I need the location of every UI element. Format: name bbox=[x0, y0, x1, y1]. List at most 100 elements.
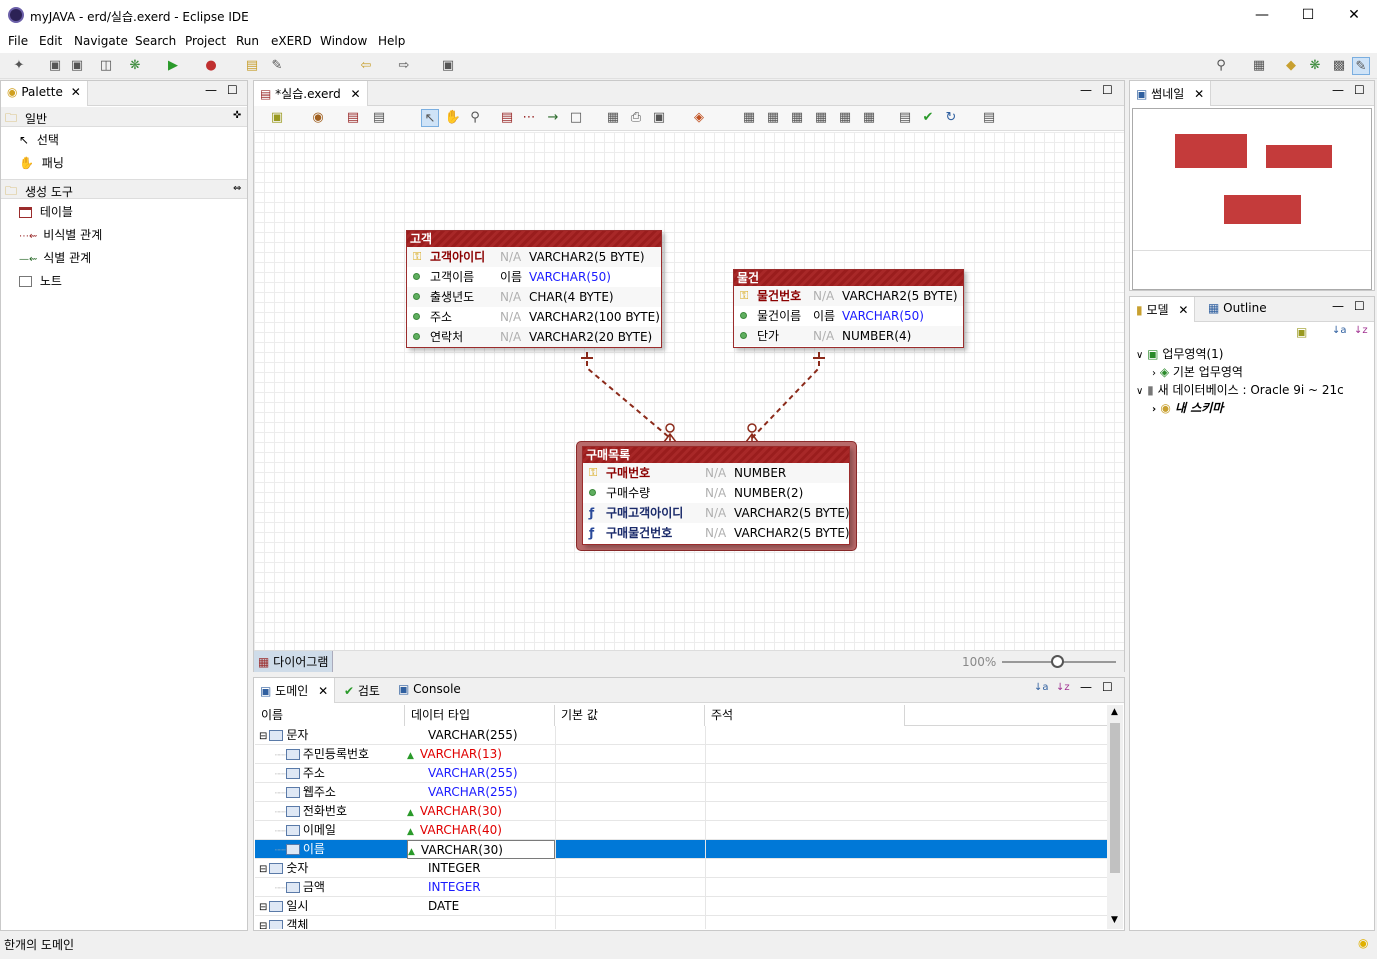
maximize-icon[interactable]: ☐ bbox=[1354, 299, 1365, 313]
expand-icon[interactable]: ⊟ bbox=[259, 902, 267, 913]
table-row[interactable]: ┈┈ 이메일 ▲ VARCHAR(40) bbox=[255, 821, 1107, 840]
back-icon[interactable]: ⇦ bbox=[357, 57, 375, 75]
palette-group-general[interactable]: 🗀 일반 ✜ bbox=[1, 107, 247, 127]
maximize-icon[interactable]: ☐ bbox=[1354, 83, 1365, 97]
minimize-icon[interactable]: — bbox=[205, 83, 217, 97]
tab-thumbnail[interactable]: ▣ 썸네일 ✕ bbox=[1130, 81, 1212, 106]
minimize-icon[interactable]: — bbox=[1332, 83, 1344, 97]
minimize-button[interactable]: — bbox=[1239, 0, 1285, 31]
tab-diagram[interactable]: ▦ 다이어그램 bbox=[254, 651, 334, 672]
external-tools-icon[interactable]: ● bbox=[202, 57, 220, 75]
table-row[interactable]: ┈┈ 전화번호 ▲ VARCHAR(30) bbox=[255, 802, 1107, 821]
collapse-icon[interactable]: ⇔ bbox=[233, 183, 241, 194]
tree-workarea[interactable]: ∨ ▣ 업무영역(1) bbox=[1136, 345, 1224, 362]
col-comment[interactable]: 주석 bbox=[705, 705, 905, 726]
table-row[interactable]: ⊟ 숫자 INTEGER bbox=[255, 859, 1107, 878]
chevron-right-icon[interactable]: › bbox=[1152, 404, 1156, 415]
terminal-icon[interactable]: ◫ bbox=[97, 57, 115, 75]
entity-attribute-row[interactable]: ⚿ 구매번호 N/A NUMBER bbox=[583, 463, 849, 483]
table-row[interactable]: ⊟ 객체 bbox=[255, 916, 1107, 929]
maximize-button[interactable]: ☐ bbox=[1285, 0, 1331, 31]
palette-item-pan[interactable]: ✋ 패닝 bbox=[19, 154, 64, 171]
close-icon[interactable]: ✕ bbox=[1194, 87, 1204, 101]
sort-az-icon[interactable]: ↓a bbox=[1034, 682, 1049, 693]
menu-edit[interactable]: Edit bbox=[39, 34, 62, 48]
menu-help[interactable]: Help bbox=[378, 34, 405, 48]
hand-tool-icon[interactable]: ✋ bbox=[444, 109, 462, 127]
entity-attribute-row[interactable]: 출생년도 N/A CHAR(4 BYTE) bbox=[407, 287, 661, 307]
run-icon[interactable]: ▶ bbox=[164, 57, 182, 75]
palette-item-select[interactable]: ↖ 선택 bbox=[19, 131, 59, 148]
save-icon[interactable]: ▣ bbox=[46, 57, 64, 75]
debug-perspective-icon[interactable]: ❋ bbox=[1306, 57, 1324, 75]
expand-icon[interactable]: ⊟ bbox=[259, 731, 267, 742]
entity-attribute-row[interactable]: ƒ 구매물건번호 N/A VARCHAR2(5 BYTE) bbox=[583, 523, 850, 543]
tab-review[interactable]: ✔ 검토 bbox=[338, 678, 386, 703]
palette-item-nonidentifying[interactable]: ⋯⇜ 비식별 관계 bbox=[19, 226, 102, 243]
import-icon[interactable]: ▦ bbox=[604, 109, 622, 127]
align-top-icon[interactable]: ▦ bbox=[812, 109, 830, 127]
tab-outline[interactable]: ▦ Outline bbox=[1202, 297, 1273, 322]
copy-icon[interactable]: ▤ bbox=[370, 109, 388, 127]
entity-attribute-row[interactable]: 고객이름 이름 VARCHAR(50) bbox=[407, 267, 661, 287]
pin-icon[interactable]: ✜ bbox=[233, 110, 241, 121]
entity-attribute-row[interactable]: 연락처 N/A VARCHAR2(20 BYTE) bbox=[407, 327, 661, 347]
table-row[interactable]: ┈┈ 웹주소 VARCHAR(255) bbox=[255, 783, 1107, 802]
close-icon[interactable]: ✕ bbox=[351, 87, 361, 101]
java-perspective-icon[interactable]: ▩ bbox=[1330, 57, 1348, 75]
menu-exerd[interactable]: eXERD bbox=[271, 34, 312, 48]
tab-console[interactable]: ▣ Console bbox=[392, 678, 467, 703]
table-icon[interactable]: ▤ bbox=[344, 109, 362, 127]
palette-item-note[interactable]: 노트 bbox=[19, 272, 62, 289]
select-tool-icon[interactable]: ↖ bbox=[421, 109, 439, 127]
close-button[interactable]: ✕ bbox=[1331, 0, 1377, 31]
tree-default-workarea[interactable]: › ◈ 기본 업무영역 bbox=[1152, 363, 1243, 380]
align-center-icon[interactable]: ▦ bbox=[764, 109, 782, 127]
palette-item-identifying[interactable]: —⇜ 식별 관계 bbox=[19, 249, 91, 266]
menu-project[interactable]: Project bbox=[185, 34, 226, 48]
menu-file[interactable]: File bbox=[8, 34, 28, 48]
new-icon[interactable]: ✦ bbox=[10, 57, 28, 75]
save-all-icon[interactable]: ▣ bbox=[68, 57, 86, 75]
tree-schema[interactable]: › ◉ 내 스키마 bbox=[1152, 399, 1223, 416]
document-icon[interactable]: ▤ bbox=[896, 109, 914, 127]
maximize-icon[interactable]: ☐ bbox=[1102, 83, 1113, 97]
expand-icon[interactable]: ⊟ bbox=[259, 921, 267, 929]
palette-icon[interactable]: ◈ bbox=[690, 109, 708, 127]
col-name[interactable]: 이름 bbox=[255, 705, 405, 726]
entity-customer[interactable]: 고객 ⚿ 고객아이디 N/A VARCHAR2(5 BYTE) 고객이름 이름 VARCHA… bbox=[406, 230, 662, 348]
new-table-icon[interactable]: ▤ bbox=[498, 109, 516, 127]
close-icon[interactable]: ✕ bbox=[71, 85, 81, 99]
tab-editor[interactable]: ▤ *실습.exerd ✕ bbox=[254, 81, 368, 106]
edit-perspective-icon[interactable]: ✎ bbox=[1352, 57, 1370, 75]
entity-attribute-row[interactable]: ⚿ 고객아이디 N/A VARCHAR2(5 BYTE) bbox=[407, 247, 661, 267]
close-icon[interactable]: ✕ bbox=[1178, 303, 1188, 317]
sort-az-icon[interactable]: ↓a bbox=[1332, 325, 1347, 336]
tab-palette[interactable]: ◉ Palette ✕ bbox=[1, 81, 88, 106]
minimize-icon[interactable]: — bbox=[1080, 680, 1092, 694]
menu-search[interactable]: Search bbox=[135, 34, 176, 48]
maximize-icon[interactable]: ☐ bbox=[227, 83, 238, 97]
menu-run[interactable]: Run bbox=[236, 34, 259, 48]
layout-icon[interactable]: ▣ bbox=[268, 109, 286, 127]
note-tool-icon[interactable]: □ bbox=[567, 109, 585, 127]
table-row[interactable]: ┈┈ 이름 ▲ VARCHAR(30) bbox=[255, 840, 1107, 859]
color-icon[interactable]: ◉ bbox=[309, 109, 327, 127]
print-icon[interactable]: ⎙ bbox=[627, 109, 645, 127]
tab-domain[interactable]: ▣ 도메인 ✕ bbox=[254, 678, 336, 703]
tab-model[interactable]: ▮ 모델 ✕ bbox=[1130, 297, 1196, 322]
entity-attribute-row[interactable]: ⚿ 물건번호 N/A VARCHAR2(5 BYTE) bbox=[734, 286, 963, 306]
debug-icon[interactable]: ❋ bbox=[126, 57, 144, 75]
forward-icon[interactable]: ⇨ bbox=[395, 57, 413, 75]
vertical-scrollbar[interactable]: ▲ ▼ bbox=[1107, 705, 1123, 929]
validate-icon[interactable]: ✔ bbox=[919, 109, 937, 127]
open-perspective-icon[interactable]: ▦ bbox=[1250, 57, 1268, 75]
table-row[interactable]: ┈┈ 주소 VARCHAR(255) bbox=[255, 764, 1107, 783]
entity-product[interactable]: 물건 ⚿ 물건번호 N/A VARCHAR2(5 BYTE) 물건이름 이름 VARCHAR… bbox=[733, 269, 964, 348]
menu-navigate[interactable]: Navigate bbox=[74, 34, 128, 48]
pin-editor-icon[interactable]: ▣ bbox=[439, 57, 457, 75]
align-middle-icon[interactable]: ▦ bbox=[836, 109, 854, 127]
exerd-perspective-icon[interactable]: ◆ bbox=[1282, 57, 1300, 75]
minimize-icon[interactable]: — bbox=[1332, 299, 1344, 313]
zoom-tool-icon[interactable]: ⚲ bbox=[466, 109, 484, 127]
